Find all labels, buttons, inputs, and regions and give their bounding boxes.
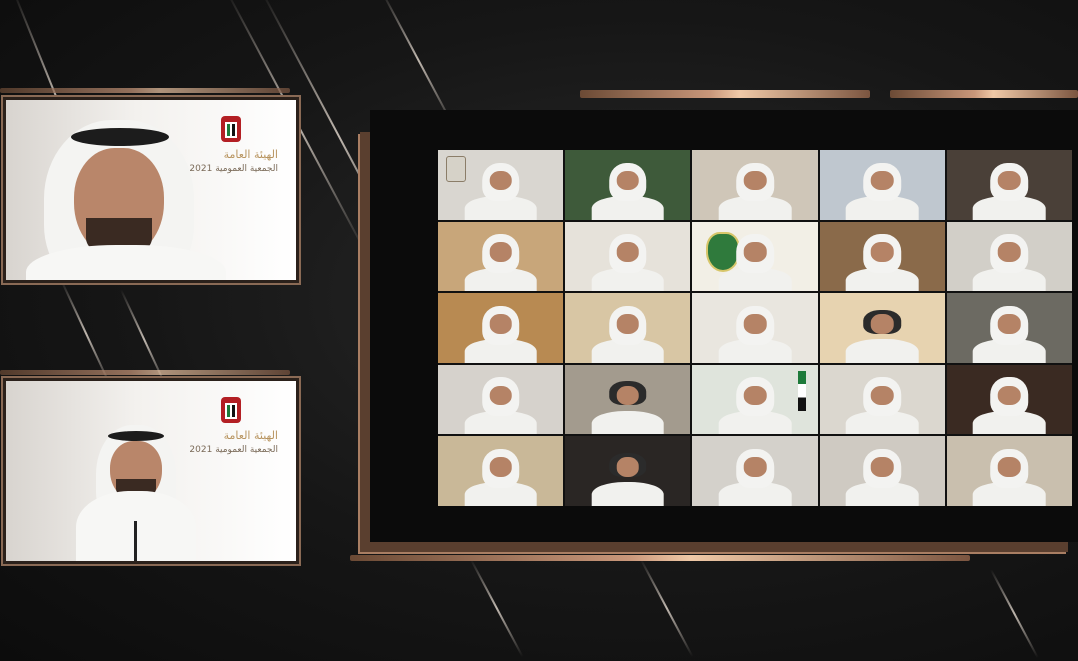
participant-face — [870, 457, 894, 477]
participant-video-tile[interactable] — [692, 150, 818, 220]
participant-face — [616, 457, 640, 477]
participant-face — [743, 170, 767, 191]
participant-video-tile[interactable] — [819, 436, 945, 506]
speaker-video-panel[interactable]: الهيئة العامة الجمعية العمومية 2021 — [6, 100, 296, 280]
participant-video-tile[interactable] — [946, 436, 1072, 506]
microphone-icon — [134, 521, 137, 561]
participant-face — [743, 457, 767, 477]
light-streak — [640, 559, 694, 658]
participant-face — [998, 170, 1021, 191]
participant-video-tile[interactable] — [819, 364, 945, 435]
participant-robe — [591, 410, 665, 435]
participant-video-tile[interactable] — [692, 221, 818, 292]
logo-title: الهيئة العامة — [223, 148, 278, 161]
logo-subtitle: الجمعية العمومية 2021 — [189, 445, 278, 455]
participant-video-tile[interactable] — [438, 293, 564, 363]
participant-video-tile[interactable] — [438, 364, 564, 435]
wall-emblem-icon — [446, 156, 466, 182]
participant-face — [743, 242, 767, 262]
participant-face — [870, 314, 894, 334]
participant-video-tile[interactable] — [819, 221, 945, 292]
participant-video-tile[interactable] — [946, 221, 1072, 292]
participant-face — [489, 457, 512, 477]
participant-face — [998, 314, 1021, 334]
participant-video-tile[interactable] — [565, 221, 691, 292]
gold-accent-bar — [890, 90, 1078, 98]
participant-video-tile[interactable] — [946, 293, 1072, 363]
participant-face — [489, 314, 512, 334]
participant-face — [489, 242, 512, 262]
speaker-avatar — [16, 100, 236, 280]
gold-accent-bar — [580, 90, 870, 98]
participant-face — [870, 170, 894, 191]
participant-video-tile[interactable] — [819, 150, 945, 220]
participant-video-tile[interactable] — [565, 293, 691, 363]
participant-face — [998, 242, 1021, 262]
participant-face — [489, 170, 512, 191]
speaker-video-panel[interactable]: الهيئة العامة الجمعية العمومية 2021 — [6, 381, 296, 561]
participant-video-tile[interactable] — [819, 293, 945, 363]
logo-title: الهيئة العامة — [223, 429, 278, 442]
participant-face — [616, 314, 640, 334]
participant-face — [616, 170, 640, 191]
gold-accent-bar — [350, 555, 970, 561]
participant-video-tile[interactable] — [692, 293, 818, 363]
participant-video-tile[interactable] — [946, 150, 1072, 220]
participant-face — [489, 385, 512, 406]
participant-video-tile[interactable] — [438, 150, 564, 220]
participant-face — [743, 385, 767, 406]
participant-video-tile[interactable] — [692, 364, 818, 435]
light-streak — [470, 559, 524, 658]
participant-video-tile[interactable] — [565, 364, 691, 435]
light-streak — [990, 569, 1039, 659]
emirates-emblem-icon — [221, 397, 241, 423]
logo-subtitle: الجمعية العمومية 2021 — [189, 164, 278, 174]
participant-robe — [845, 339, 919, 363]
participant-face — [616, 242, 640, 262]
participant-face — [998, 385, 1021, 406]
participant-robe — [591, 482, 665, 506]
gold-accent-bar — [0, 88, 290, 93]
emirates-emblem-icon — [221, 116, 241, 142]
participant-face — [870, 242, 894, 262]
participant-video-tile[interactable] — [946, 364, 1072, 435]
participant-video-tile[interactable] — [438, 436, 564, 506]
uae-flag-icon — [797, 370, 806, 411]
participant-video-tile[interactable] — [565, 436, 691, 506]
participant-face — [870, 385, 894, 406]
participant-face — [998, 457, 1021, 477]
participant-face — [616, 385, 640, 406]
gold-accent-bar — [0, 370, 290, 375]
speaker-avatar — [66, 381, 216, 561]
participant-video-tile[interactable] — [692, 436, 818, 506]
participant-video-tile[interactable] — [565, 150, 691, 220]
participant-video-tile[interactable] — [438, 221, 564, 292]
participant-face — [743, 314, 767, 334]
participants-grid — [438, 150, 1072, 506]
